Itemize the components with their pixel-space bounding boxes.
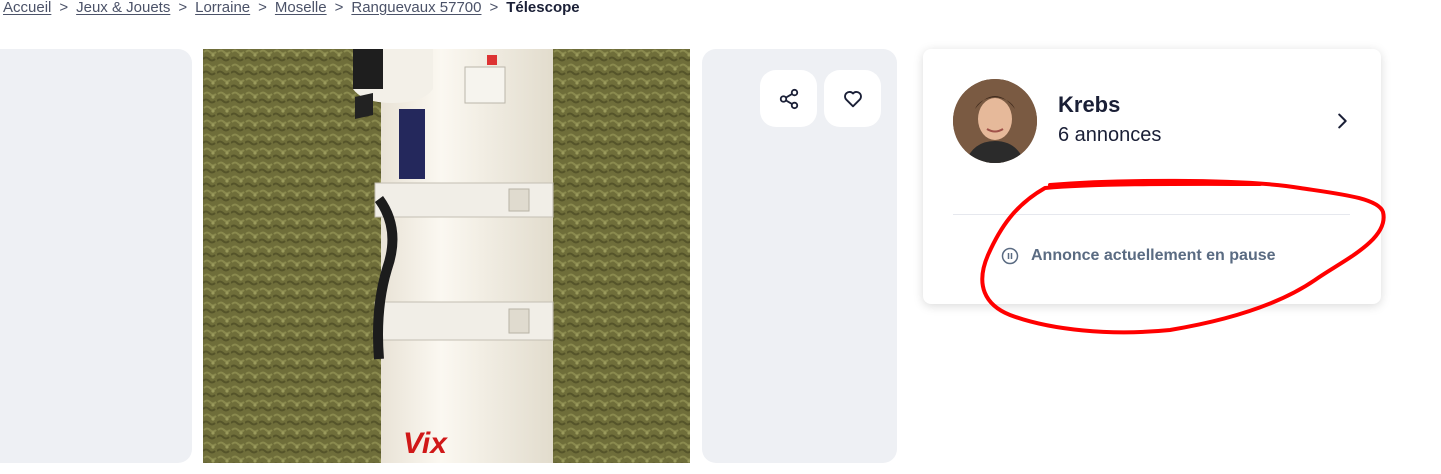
card-divider [953, 214, 1350, 215]
photo-brand-text: Vix [403, 427, 448, 460]
breadcrumb-separator: > [489, 0, 499, 16]
share-icon [779, 88, 798, 109]
listing-status: Annonce actuellement en pause [1001, 247, 1276, 265]
share-button[interactable] [760, 70, 817, 127]
breadcrumb-link-ranguevaux[interactable]: Ranguevaux 57700 [351, 0, 481, 17]
breadcrumb-separator: > [258, 0, 267, 16]
heart-icon [843, 90, 862, 107]
gallery-previous-image[interactable] [0, 49, 192, 463]
chevron-right-icon [1338, 113, 1347, 129]
breadcrumb-current: Télescope [506, 0, 580, 16]
pause-circle-icon [1001, 247, 1019, 265]
breadcrumb-link-accueil[interactable]: Accueil [3, 0, 51, 17]
breadcrumb-separator: > [59, 0, 69, 16]
breadcrumb-separator: > [334, 0, 344, 16]
seller-avatar [953, 79, 1037, 163]
listing-status-text: Annonce actuellement en pause [1031, 247, 1276, 264]
seller-card: Krebs 6 annonces Annonce actuellement en… [923, 49, 1381, 304]
breadcrumb-link-moselle[interactable]: Moselle [275, 0, 327, 17]
seller-profile-link[interactable]: Krebs 6 annonces [953, 79, 1353, 163]
breadcrumb: Accueil > Jeux & Jouets > Lorraine > Mos… [3, 0, 580, 18]
breadcrumb-link-lorraine[interactable]: Lorraine [195, 0, 250, 17]
listing-photo[interactable]: Vix [203, 49, 690, 463]
breadcrumb-link-jeux-jouets[interactable]: Jeux & Jouets [76, 0, 170, 17]
breadcrumb-separator: > [178, 0, 188, 16]
seller-name: Krebs [1058, 92, 1121, 117]
favorite-button[interactable] [824, 70, 881, 127]
seller-listings-count: 6 annonces [1058, 124, 1162, 146]
